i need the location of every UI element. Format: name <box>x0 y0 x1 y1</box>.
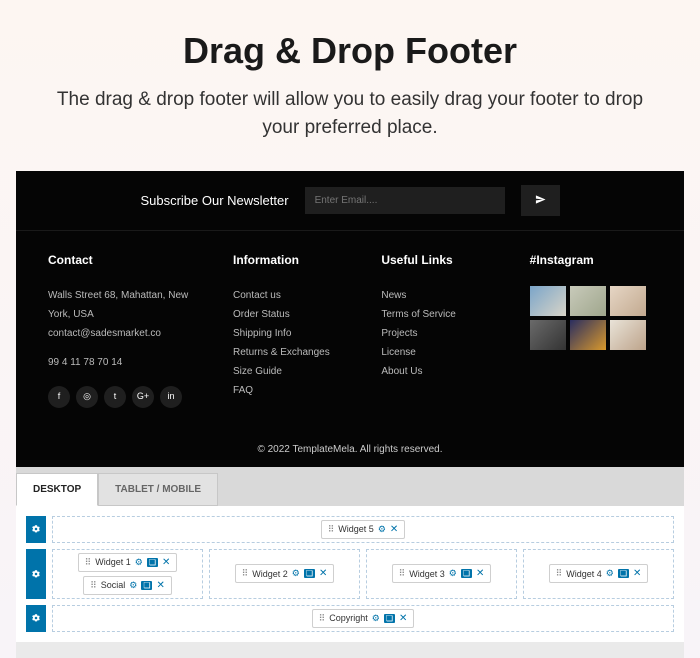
gear-icon <box>31 569 41 579</box>
drop-cell[interactable]: ⠿ Widget 2 ⚙ ❏ ✕ <box>209 549 360 599</box>
footer-col-contact: Contact Walls Street 68, Mahattan, New Y… <box>48 249 207 408</box>
useful-heading: Useful Links <box>381 249 503 272</box>
drag-icon: ⠿ <box>90 580 97 591</box>
widget-chip[interactable]: ⠿ Widget 4 ⚙ ❏ ✕ <box>549 564 649 583</box>
gear-icon[interactable]: ⚙ <box>135 557 143 568</box>
widget-chip[interactable]: ⠿ Social ⚙ ❏ ✕ <box>83 576 172 595</box>
info-link[interactable]: Shipping Info <box>233 324 355 343</box>
widget-label: Widget 2 <box>252 569 288 579</box>
useful-link[interactable]: News <box>381 286 503 305</box>
newsletter-input[interactable] <box>305 187 505 214</box>
contact-email: contact@sadesmarket.co <box>48 324 207 343</box>
duplicate-icon[interactable]: ❏ <box>618 569 629 578</box>
twitter-icon[interactable]: t <box>104 386 126 408</box>
footer-col-instagram: #Instagram <box>530 249 652 408</box>
close-icon[interactable]: ✕ <box>319 568 327 579</box>
instagram-heading: #Instagram <box>530 249 652 272</box>
close-icon[interactable]: ✕ <box>476 568 484 579</box>
gear-icon[interactable]: ⚙ <box>129 580 137 591</box>
row-settings-button[interactable] <box>26 516 46 543</box>
drag-icon: ⠿ <box>242 568 249 579</box>
widget-chip[interactable]: ⠿ Widget 3 ⚙ ❏ ✕ <box>392 564 492 583</box>
useful-link[interactable]: Projects <box>381 324 503 343</box>
copyright-text: © 2022 TemplateMela. All rights reserved… <box>16 432 684 467</box>
info-link[interactable]: Returns & Exchanges <box>233 343 355 362</box>
drop-cell[interactable]: ⠿ Copyright ⚙ ❏ ✕ <box>52 605 674 632</box>
info-link[interactable]: Order Status <box>233 305 355 324</box>
close-icon[interactable]: ✕ <box>390 524 398 535</box>
contact-phone: 99 4 11 78 70 14 <box>48 353 207 372</box>
useful-link[interactable]: About Us <box>381 362 503 381</box>
instagram-thumb[interactable] <box>570 320 606 350</box>
page-title: Drag & Drop Footer <box>40 30 660 72</box>
gear-icon[interactable]: ⚙ <box>372 613 380 624</box>
footer-col-information: Information Contact us Order Status Ship… <box>233 249 355 408</box>
useful-link[interactable]: Terms of Service <box>381 305 503 324</box>
instagram-icon[interactable]: ◎ <box>76 386 98 408</box>
close-icon[interactable]: ✕ <box>633 568 641 579</box>
send-icon <box>535 194 546 205</box>
instagram-thumb[interactable] <box>530 286 566 316</box>
newsletter-send-button[interactable] <box>521 185 560 216</box>
newsletter-bar: Subscribe Our Newsletter <box>16 171 684 231</box>
gear-icon[interactable]: ⚙ <box>378 524 386 535</box>
useful-link[interactable]: License <box>381 343 503 362</box>
contact-address: Walls Street 68, Mahattan, New York, USA <box>48 286 207 324</box>
info-link[interactable]: FAQ <box>233 381 355 400</box>
duplicate-icon[interactable]: ❏ <box>147 558 158 567</box>
footer-builder: DESKTOP TABLET / MOBILE ⠿ Widget 5 ⚙ ✕ <box>16 467 684 658</box>
widget-chip[interactable]: ⠿ Copyright ⚙ ❏ ✕ <box>312 609 415 628</box>
footer-col-useful: Useful Links News Terms of Service Proje… <box>381 249 503 408</box>
drop-cell[interactable]: ⠿ Widget 1 ⚙ ❏ ✕ ⠿ Social ⚙ ❏ ✕ <box>52 549 203 599</box>
widget-label: Widget 5 <box>338 524 374 534</box>
duplicate-icon[interactable]: ❏ <box>141 581 152 590</box>
drop-cell[interactable]: ⠿ Widget 4 ⚙ ❏ ✕ <box>523 549 674 599</box>
footer-preview: Subscribe Our Newsletter Contact Walls S… <box>16 171 684 467</box>
gear-icon[interactable]: ⚙ <box>606 568 614 579</box>
builder-row: ⠿ Widget 5 ⚙ ✕ <box>26 516 674 543</box>
newsletter-label: Subscribe Our Newsletter <box>140 193 288 208</box>
tab-tablet-mobile[interactable]: TABLET / MOBILE <box>98 473 218 506</box>
information-heading: Information <box>233 249 355 272</box>
row-settings-button[interactable] <box>26 549 46 599</box>
builder-row: ⠿ Widget 1 ⚙ ❏ ✕ ⠿ Social ⚙ ❏ ✕ <box>26 549 674 599</box>
instagram-thumb[interactable] <box>530 320 566 350</box>
widget-label: Social <box>101 580 126 590</box>
row-settings-button[interactable] <box>26 605 46 632</box>
drag-icon: ⠿ <box>85 557 92 568</box>
instagram-thumb[interactable] <box>610 286 646 316</box>
widget-chip[interactable]: ⠿ Widget 1 ⚙ ❏ ✕ <box>78 553 178 572</box>
drag-icon: ⠿ <box>556 568 563 579</box>
instagram-thumb[interactable] <box>570 286 606 316</box>
builder-row: ⠿ Copyright ⚙ ❏ ✕ <box>26 605 674 632</box>
widget-chip[interactable]: ⠿ Widget 2 ⚙ ❏ ✕ <box>235 564 335 583</box>
gear-icon[interactable]: ⚙ <box>292 568 300 579</box>
page-subtitle: The drag & drop footer will allow you to… <box>40 86 660 141</box>
drop-cell[interactable]: ⠿ Widget 3 ⚙ ❏ ✕ <box>366 549 517 599</box>
widget-chip[interactable]: ⠿ Widget 5 ⚙ ✕ <box>321 520 406 539</box>
googleplus-icon[interactable]: G+ <box>132 386 154 408</box>
drop-cell[interactable]: ⠿ Widget 5 ⚙ ✕ <box>52 516 674 543</box>
duplicate-icon[interactable]: ❏ <box>461 569 472 578</box>
tab-desktop[interactable]: DESKTOP <box>16 473 98 506</box>
instagram-thumb[interactable] <box>610 320 646 350</box>
drag-icon: ⠿ <box>399 568 406 579</box>
contact-heading: Contact <box>48 249 207 272</box>
info-link[interactable]: Contact us <box>233 286 355 305</box>
drag-icon: ⠿ <box>319 613 326 624</box>
widget-label: Widget 3 <box>409 569 445 579</box>
close-icon[interactable]: ✕ <box>156 580 164 591</box>
widget-label: Widget 1 <box>95 557 131 567</box>
facebook-icon[interactable]: f <box>48 386 70 408</box>
info-link[interactable]: Size Guide <box>233 362 355 381</box>
duplicate-icon[interactable]: ❏ <box>304 569 315 578</box>
close-icon[interactable]: ✕ <box>162 557 170 568</box>
close-icon[interactable]: ✕ <box>399 613 407 624</box>
drag-icon: ⠿ <box>328 524 335 535</box>
gear-icon[interactable]: ⚙ <box>449 568 457 579</box>
gear-icon <box>31 524 41 534</box>
linkedin-icon[interactable]: in <box>160 386 182 408</box>
widget-label: Widget 4 <box>566 569 602 579</box>
device-tabs: DESKTOP TABLET / MOBILE <box>16 467 684 506</box>
